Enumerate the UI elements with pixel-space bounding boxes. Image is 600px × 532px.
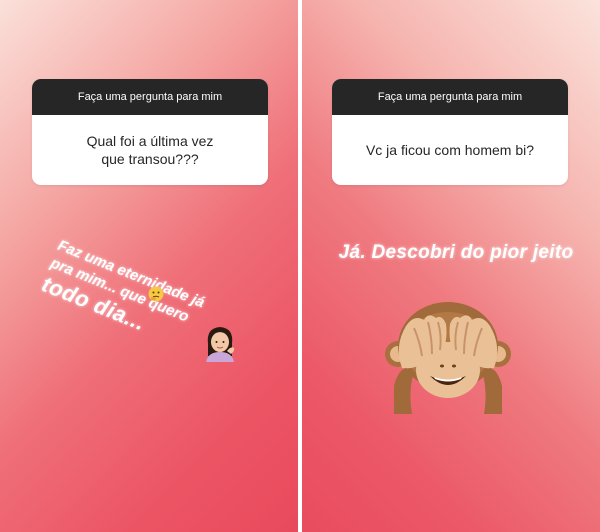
question-sticker: Faça uma pergunta para mim Vc ja ficou c… [332, 79, 568, 185]
story-panel-right: Faça uma pergunta para mim Vc ja ficou c… [302, 0, 600, 532]
see-no-evil-monkey-icon [385, 302, 511, 414]
woman-tipping-hand-icon [206, 327, 235, 362]
question-prompt: Faça uma pergunta para mim [32, 79, 268, 115]
question-text: Vc ja ficou com homem bi? [365, 142, 535, 158]
thinking-face-icon [148, 286, 164, 302]
story-panel-left: Faça uma pergunta para mim Qual foi a úl… [0, 0, 298, 532]
question-text: Qual foi a última vez que transou??? [86, 133, 214, 167]
answer-text: Faz uma eternidade já pra mim... que que… [38, 236, 284, 385]
question-sticker: Faça uma pergunta para mim Qual foi a úl… [32, 79, 268, 185]
answer-text: Já. Descobri do pior jeito [338, 242, 574, 263]
stories-collage: Faça uma pergunta para mim Qual foi a úl… [0, 0, 600, 532]
question-prompt: Faça uma pergunta para mim [332, 79, 568, 115]
